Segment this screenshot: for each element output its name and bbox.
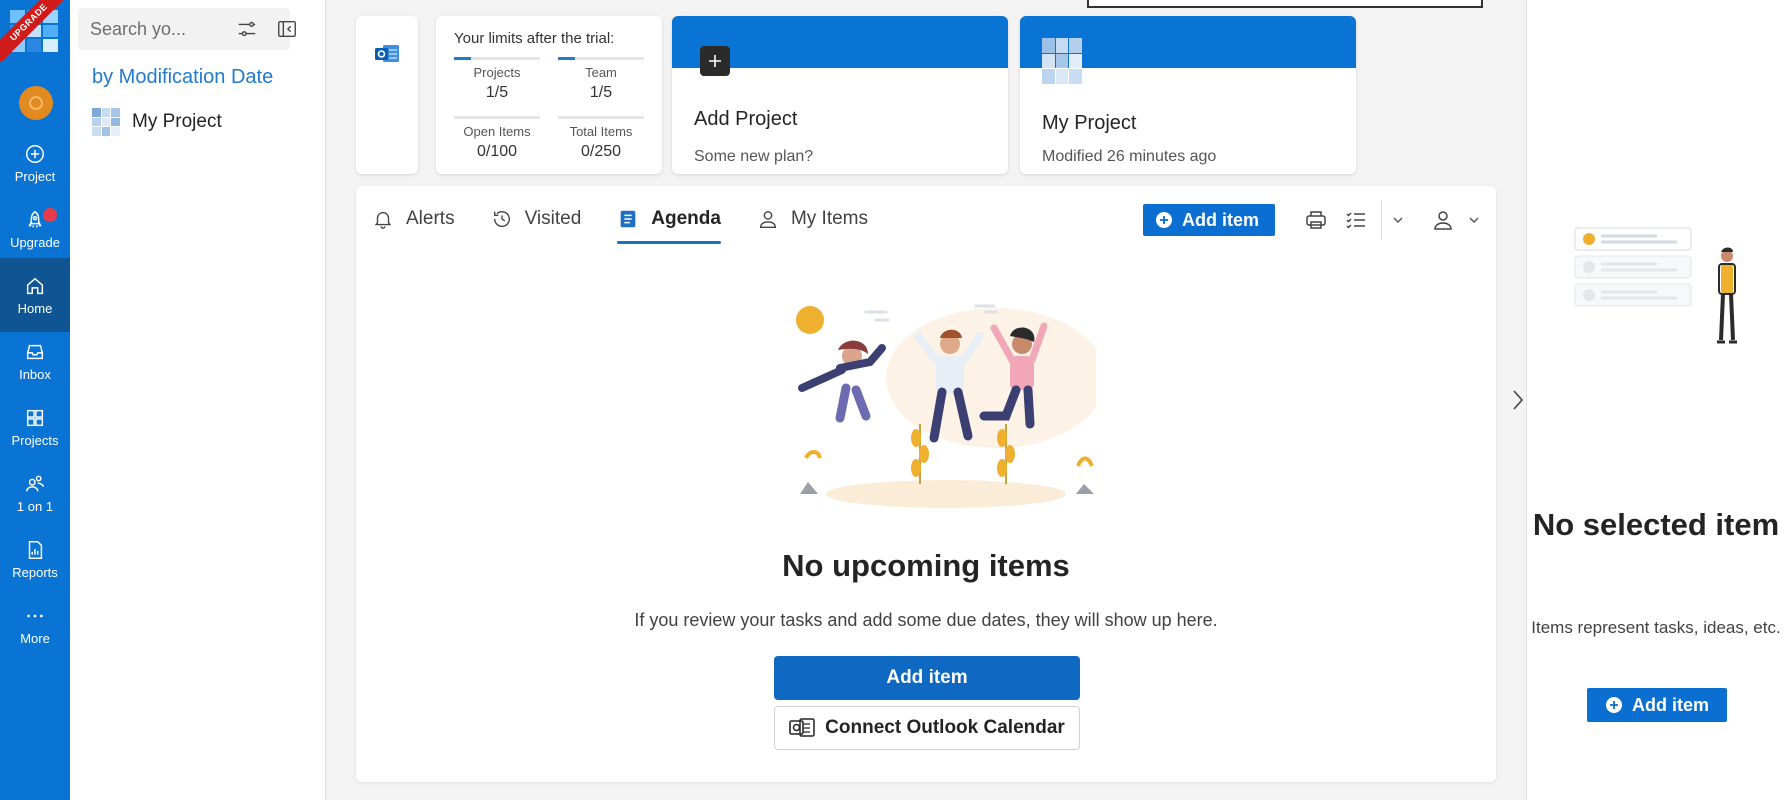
sort-label[interactable]: by Modification Date bbox=[92, 66, 273, 89]
tab-visited[interactable]: Visited bbox=[491, 202, 581, 236]
my-project-card[interactable]: My Project Modified 26 minutes ago bbox=[1020, 16, 1356, 174]
main-area: Your limits after the trial: Projects 1/… bbox=[326, 0, 1526, 800]
limit-open-items: Open Items 0/100 bbox=[454, 116, 540, 161]
top-popup-fragment bbox=[1087, 0, 1483, 8]
filter-button[interactable] bbox=[234, 16, 260, 42]
assignee-filter-button[interactable] bbox=[1426, 203, 1460, 237]
inbox-icon bbox=[26, 344, 44, 359]
person-icon bbox=[759, 210, 776, 228]
chevron-down-icon[interactable] bbox=[1466, 212, 1482, 228]
limit-bar bbox=[558, 57, 644, 60]
rail-item-label: Projects bbox=[11, 432, 59, 448]
checklist-button[interactable] bbox=[1339, 203, 1373, 237]
chevron-down-icon[interactable] bbox=[1390, 212, 1406, 228]
left-rail: UPGRADE Project Upgrade Home Inbox Proje… bbox=[0, 0, 70, 800]
checklist-person-illustration bbox=[1574, 227, 1737, 344]
grid-icon bbox=[26, 409, 44, 426]
plus-circle-icon bbox=[26, 144, 44, 163]
rail-item-reports[interactable]: Reports bbox=[0, 522, 70, 596]
outlook-shortcut-button[interactable] bbox=[356, 16, 418, 174]
trial-limits-card: Your limits after the trial: Projects 1/… bbox=[436, 16, 662, 174]
limit-total-items: Total Items 0/250 bbox=[558, 116, 644, 161]
add-project-icon bbox=[700, 46, 730, 76]
add-item-button[interactable]: Add item bbox=[1142, 204, 1275, 236]
project-tile-icon bbox=[1042, 38, 1082, 84]
limit-bar bbox=[454, 57, 540, 60]
plus-circle-icon bbox=[1155, 212, 1172, 228]
empty-state-description: If you review your tasks and add some du… bbox=[634, 610, 1218, 630]
rail-item-upgrade[interactable]: Upgrade bbox=[0, 192, 70, 266]
collapse-panel-icon bbox=[278, 20, 296, 38]
tab-bar: Alerts Visited Agenda My Items bbox=[372, 202, 868, 244]
report-icon bbox=[28, 540, 43, 559]
rail-item-home[interactable]: Home bbox=[0, 258, 70, 332]
rail-item-label: Inbox bbox=[19, 366, 51, 382]
add-item-side-button[interactable]: Add item bbox=[1587, 688, 1727, 722]
avatar[interactable] bbox=[19, 86, 53, 120]
sidebar-project-name: My Project bbox=[132, 111, 222, 132]
app-logo[interactable]: UPGRADE bbox=[0, 0, 70, 62]
rail-item-label: Project bbox=[14, 168, 56, 184]
my-project-title: My Project bbox=[1042, 112, 1137, 134]
details-panel: No selected item Items represent tasks, … bbox=[1526, 0, 1784, 800]
limit-bar bbox=[558, 116, 644, 119]
avatar-icon bbox=[29, 96, 43, 110]
checklist-icon bbox=[1346, 212, 1365, 229]
tab-my-items[interactable]: My Items bbox=[757, 202, 868, 236]
rail-item-label: More bbox=[20, 630, 50, 646]
add-project-subtitle: Some new plan? bbox=[694, 148, 814, 165]
tab-alerts[interactable]: Alerts bbox=[372, 202, 455, 236]
sidebar: by Modification Date My Project bbox=[70, 0, 326, 800]
rail-item-label: 1 on 1 bbox=[16, 498, 54, 514]
no-selection-description: Items represent tasks, ideas, etc. bbox=[1531, 618, 1781, 637]
outlook-icon bbox=[375, 45, 399, 62]
jumping-people-illustration bbox=[796, 304, 1096, 508]
rail-item-projects[interactable]: Projects bbox=[0, 390, 70, 464]
rail-item-project[interactable]: Project bbox=[0, 126, 70, 200]
home-icon bbox=[26, 277, 44, 294]
panel-toolbar: Add item bbox=[1142, 200, 1482, 240]
history-icon bbox=[493, 211, 510, 228]
add-project-title: Add Project bbox=[694, 108, 798, 130]
limits-title: Your limits after the trial: bbox=[454, 30, 615, 47]
agenda-panel: Alerts Visited Agenda My Items Add item bbox=[356, 186, 1496, 782]
empty-state-title: No upcoming items bbox=[782, 548, 1070, 583]
person-icon bbox=[1434, 211, 1452, 230]
sidebar-project-item[interactable]: My Project bbox=[92, 106, 222, 138]
tab-agenda[interactable]: Agenda bbox=[617, 202, 721, 244]
connect-outlook-button[interactable]: Connect Outlook Calendar bbox=[774, 706, 1080, 750]
notification-badge bbox=[41, 206, 59, 224]
agenda-icon bbox=[620, 210, 636, 228]
limit-bar bbox=[454, 116, 540, 119]
rail-item-label: Upgrade bbox=[10, 234, 60, 250]
plus-circle-icon bbox=[1605, 697, 1622, 713]
outlook-calendar-icon bbox=[789, 718, 815, 737]
printer-icon bbox=[1306, 211, 1326, 229]
my-project-modified: Modified 26 minutes ago bbox=[1042, 148, 1217, 165]
bell-icon bbox=[374, 211, 392, 229]
project-tile-icon bbox=[92, 108, 120, 136]
collapse-sidebar-button[interactable] bbox=[274, 16, 300, 42]
add-item-primary-button[interactable]: Add item bbox=[774, 656, 1080, 700]
rail-item-label: Reports bbox=[12, 564, 58, 580]
rail-item-1on1[interactable]: 1 on 1 bbox=[0, 456, 70, 530]
print-button[interactable] bbox=[1299, 203, 1333, 237]
people-icon bbox=[26, 475, 44, 491]
limit-projects: Projects 1/5 bbox=[454, 57, 540, 102]
chevron-right-icon bbox=[1513, 390, 1524, 410]
limit-team: Team 1/5 bbox=[558, 57, 644, 102]
add-project-card[interactable]: Add Project Some new plan? bbox=[672, 16, 1008, 174]
rail-item-more[interactable]: More bbox=[0, 588, 70, 662]
rail-item-inbox[interactable]: Inbox bbox=[0, 324, 70, 398]
sliders-icon bbox=[238, 21, 256, 37]
more-icon bbox=[27, 614, 43, 617]
no-selection-title: No selected item bbox=[1532, 507, 1780, 542]
rail-item-label: Home bbox=[17, 300, 53, 316]
